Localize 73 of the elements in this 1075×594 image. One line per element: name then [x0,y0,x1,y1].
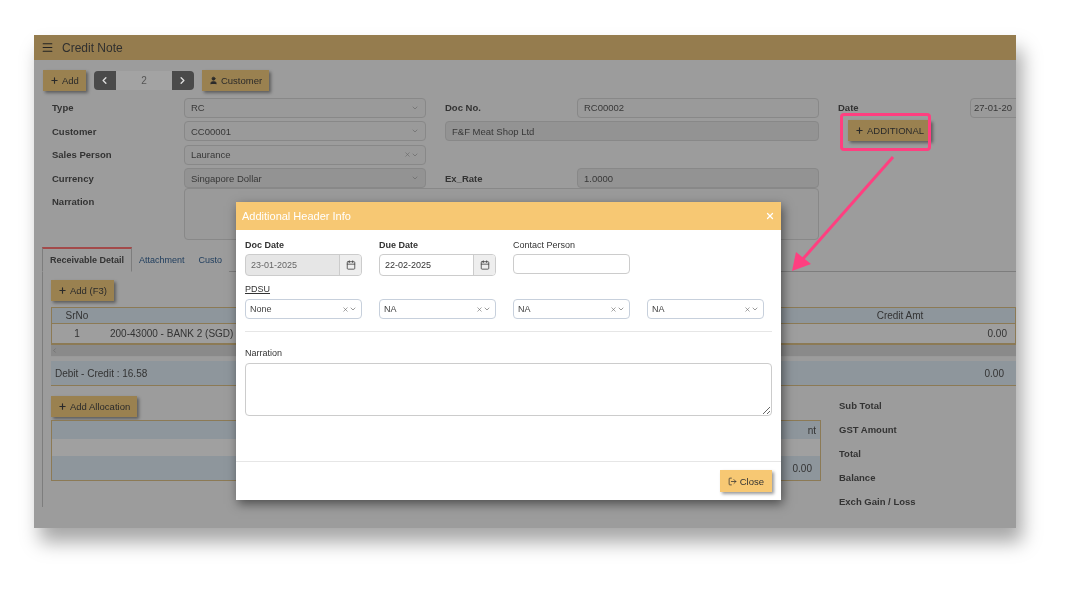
next-button[interactable] [171,70,194,90]
summary-text: Debit - Credit : 16.58 [55,367,148,379]
additional-button[interactable]: ADDITIONAL [848,120,931,141]
clear-icon[interactable] [342,305,349,313]
dropdown[interactable]: None [245,299,362,319]
dropdown[interactable]: NA [647,299,764,319]
field-label: Customer [52,125,97,137]
date-field[interactable]: 27-01-20 [970,97,1016,118]
date-field[interactable]: 22-02-2025 [379,254,496,276]
caret-icon[interactable] [751,305,759,313]
plus-icon [58,402,67,411]
close-button[interactable]: Close [719,470,772,492]
total-label: Total [839,448,862,459]
add-row-button[interactable]: Add (F3) [51,280,114,301]
column-header: Credit Amt [875,310,925,321]
field-label: Contact Person [513,239,576,252]
caret-icon[interactable] [483,305,491,313]
scroll-left-icon[interactable] [51,347,58,354]
field-label: Doc Date [245,239,284,252]
previous-button[interactable] [93,70,116,90]
field-label: PDSU [245,284,271,296]
record-number-field[interactable]: 2 [115,70,172,90]
field-label: Currency [52,172,94,184]
plus-icon [58,286,67,295]
close-icon[interactable] [765,211,775,221]
total-label: Sub Total [839,400,883,411]
text-field[interactable] [513,254,630,274]
currency-select[interactable]: Singapore Dollar [184,168,426,189]
field-label: Doc No. [445,102,481,114]
customer-select[interactable]: CC00001 [184,121,426,142]
add-allocation-button[interactable]: Add Allocation [51,396,138,417]
table-cell-text: 0.00 [986,328,1008,339]
customer-button[interactable]: Customer [201,69,270,91]
total-label: Balance [839,472,877,483]
clear-icon[interactable] [744,305,751,313]
table-cell-text: 1 [73,328,81,339]
type-select[interactable]: RC [184,97,426,118]
caret-icon[interactable] [349,305,357,313]
column-header: SrNo [64,310,90,321]
exchange-rate-field[interactable]: 1.0000 [577,168,819,189]
dropdown[interactable]: NA [513,299,630,319]
menu-icon[interactable] [41,41,54,54]
plus-icon [855,126,864,135]
field-label: Type [52,102,74,114]
tab[interactable]: Receivable Detail [42,247,133,272]
table-cell-text: 0.00 [792,462,813,474]
field-label: Date [838,102,859,114]
field-label: Ex_Rate [445,172,483,184]
column-header: nt [807,424,816,436]
total-label: Exch Gain / Loss [839,496,916,507]
field-label: Narration [245,347,282,360]
doc-number-field[interactable]: RC00002 [577,97,819,118]
sales-person-select[interactable]: Laurance [184,144,426,165]
summary-amount: 0.00 [984,367,1004,379]
user-icon [208,75,218,85]
field-label: Sales Person [52,149,112,161]
add-button[interactable]: Add [43,69,86,91]
field-label: Narration [52,196,95,207]
narration-field[interactable] [245,363,772,416]
customer-name-field[interactable]: F&F Meat Shop Ltd [445,121,819,142]
page-title: Credit Note [62,40,123,55]
sign-out-icon [727,476,737,486]
dialog-title: Additional Header Info [242,210,351,222]
dropdown[interactable]: NA [379,299,496,319]
field-label: Due Date [379,239,418,252]
plus-icon [50,75,59,85]
total-label: GST Amount [839,424,898,435]
caret-icon[interactable] [617,305,625,313]
clear-icon[interactable] [476,305,483,313]
clear-icon[interactable] [404,151,411,159]
clear-icon[interactable] [610,305,617,313]
calendar-icon[interactable] [473,255,495,275]
table-cell-text: 200-43000 - BANK 2 (SGD) [109,328,235,339]
